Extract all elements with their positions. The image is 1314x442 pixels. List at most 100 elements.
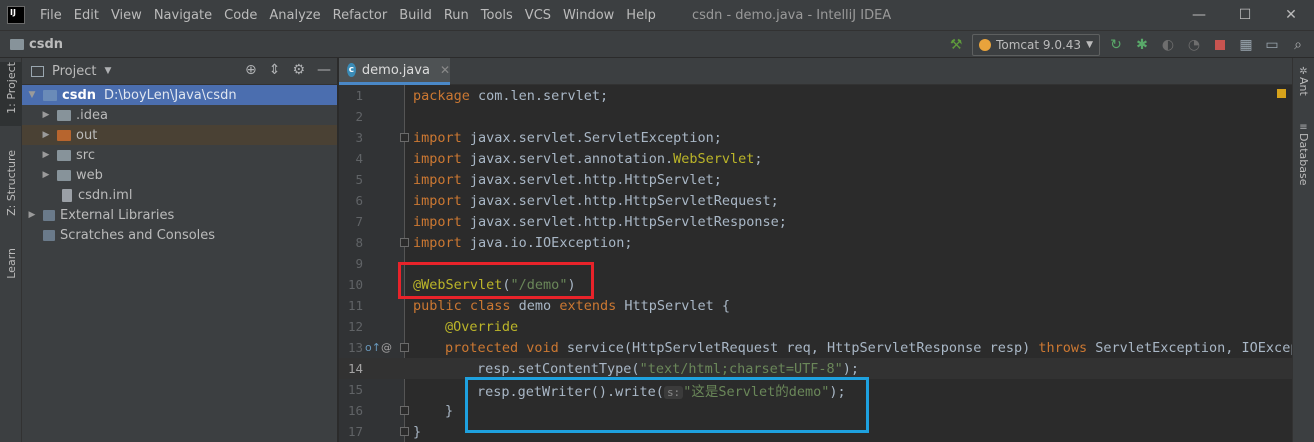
code-line[interactable]: 8 import java.io.IOException;	[339, 232, 1292, 253]
line-number: 13	[347, 340, 363, 355]
stop-icon[interactable]	[1210, 35, 1230, 55]
code-text: import java.io.IOException;	[413, 235, 632, 251]
code-line-current[interactable]: 14 resp.setContentType("text/html;charse…	[339, 358, 1292, 379]
keyword: import	[413, 129, 462, 146]
breadcrumb[interactable]: csdn	[29, 37, 63, 52]
tree-item-scratches[interactable]: Scratches and Consoles	[22, 225, 337, 245]
terminal-icon[interactable]: ▭	[1262, 35, 1282, 55]
menu-navigate[interactable]: Navigate	[148, 8, 218, 23]
excluded-folder-icon	[57, 129, 71, 141]
rerun-icon[interactable]: ↻	[1106, 35, 1126, 55]
code-line[interactable]: 4 import javax.servlet.annotation.WebSer…	[339, 148, 1292, 169]
annotation: @Override	[445, 318, 519, 335]
intellij-logo-icon	[7, 6, 25, 24]
code-line[interactable]: 13 o↑ @ protected void service(HttpServl…	[339, 337, 1292, 358]
code-text: javax.servlet.annotation.	[461, 150, 674, 167]
menu-analyze[interactable]: Analyze	[263, 8, 326, 23]
tab-structure[interactable]: Z: Structure	[0, 150, 22, 234]
expand-arrow-icon[interactable]: ▶	[40, 150, 52, 160]
close-tab-icon[interactable]: ✕	[440, 63, 450, 77]
code-text: import javax.servlet.http.HttpServletRes…	[413, 214, 787, 230]
chevron-down-icon: ▼	[1086, 40, 1093, 50]
code-text: javax.servlet.ServletException;	[461, 129, 722, 146]
run-config-selector[interactable]: Tomcat 9.0.43 ▼	[972, 34, 1100, 56]
warning-marker-icon[interactable]	[1277, 89, 1286, 98]
code-text: import javax.servlet.http.HttpServletReq…	[413, 193, 779, 209]
tab-project[interactable]: 1: Project	[0, 62, 22, 126]
menu-edit[interactable]: Edit	[68, 8, 105, 23]
menu-help[interactable]: Help	[620, 8, 662, 23]
line-number: 12	[347, 319, 363, 334]
tab-demo-java[interactable]: c demo.java ✕	[339, 58, 450, 85]
expand-arrow-icon[interactable]: ▶	[26, 210, 38, 220]
code-highlight-box	[465, 377, 869, 433]
close-window-button[interactable]: ✕	[1268, 0, 1314, 30]
tree-item-out[interactable]: ▶ out	[22, 125, 337, 145]
menu-vcs[interactable]: VCS	[519, 8, 557, 23]
minimize-button[interactable]: —	[1176, 0, 1222, 30]
code-line[interactable]: 7 import javax.servlet.http.HttpServletR…	[339, 211, 1292, 232]
code-text: javax.servlet.http.HttpServlet;	[461, 171, 722, 188]
tree-item-src[interactable]: ▶ src	[22, 145, 337, 165]
project-panel-title[interactable]: Project	[52, 64, 96, 79]
expand-arrow-icon[interactable]: ▼	[26, 90, 38, 100]
tree-item-idea[interactable]: ▶ .idea	[22, 105, 337, 125]
tab-database[interactable]: ≡ Database	[1297, 122, 1310, 186]
code-area[interactable]: 1 package com.len.servlet; 2 3 import ja…	[339, 85, 1292, 442]
module-folder-icon	[43, 89, 57, 101]
annotation-gutter-icon[interactable]: @	[381, 341, 392, 354]
code-text: );	[842, 360, 860, 377]
collapse-all-icon[interactable]: ⇕	[269, 62, 281, 78]
menu-window[interactable]: Window	[557, 8, 620, 23]
debug-icon[interactable]: ✱	[1132, 35, 1152, 55]
menu-run[interactable]: Run	[438, 8, 475, 23]
menu-build[interactable]: Build	[393, 8, 438, 23]
menu-file[interactable]: File	[34, 8, 68, 23]
coverage-icon[interactable]: ◐	[1158, 35, 1178, 55]
tree-item-web[interactable]: ▶ web	[22, 165, 337, 185]
gear-icon[interactable]: ⚙	[292, 62, 305, 78]
code-line[interactable]: 1 package com.len.servlet;	[339, 85, 1292, 106]
tree-item-external-libraries[interactable]: ▶ External Libraries	[22, 205, 337, 225]
fold-marker-icon[interactable]	[400, 133, 409, 142]
menu-tools[interactable]: Tools	[475, 8, 519, 23]
project-structure-icon[interactable]: ▦	[1236, 35, 1256, 55]
override-method-icon[interactable]: o↑	[365, 341, 381, 354]
menu-refactor[interactable]: Refactor	[327, 8, 394, 23]
line-number: 8	[355, 235, 363, 250]
profile-icon[interactable]: ◔	[1184, 35, 1204, 55]
left-tool-strip: 1: Project Z: Structure Learn	[0, 58, 22, 442]
expand-arrow-icon[interactable]: ▶	[40, 110, 52, 120]
tree-item-csdn[interactable]: ▼ csdn D:\boyLen\Java\csdn	[22, 85, 337, 105]
chevron-down-icon[interactable]: ▼	[104, 66, 111, 76]
tree-item-label: src	[76, 147, 95, 163]
line-number: 11	[347, 298, 363, 313]
code-line[interactable]: 12 @Override	[339, 316, 1292, 337]
code-line[interactable]: 3 import javax.servlet.ServletException;	[339, 127, 1292, 148]
fold-marker-icon[interactable]	[400, 343, 409, 352]
code-text: HttpServlet {	[616, 297, 731, 314]
tab-learn[interactable]: Learn	[0, 248, 22, 298]
keyword: public class	[413, 297, 511, 314]
build-hammer-icon[interactable]: ⚒	[946, 35, 966, 55]
fold-marker-icon[interactable]	[400, 238, 409, 247]
menu-code[interactable]: Code	[218, 8, 263, 23]
code-line[interactable]: 2	[339, 106, 1292, 127]
expand-arrow-icon[interactable]: ▶	[40, 170, 52, 180]
locate-file-icon[interactable]: ⊕	[245, 62, 257, 78]
tab-ant[interactable]: ✲ Ant	[1297, 66, 1310, 96]
iml-file-icon	[62, 188, 72, 202]
tree-item-csdn-iml[interactable]: csdn.iml	[22, 185, 337, 205]
search-everywhere-icon[interactable]: ⌕	[1288, 35, 1308, 55]
code-text: service(HttpServletRequest req, HttpServ…	[558, 339, 1039, 356]
expand-arrow-icon[interactable]: ▶	[40, 130, 52, 140]
menu-view[interactable]: View	[105, 8, 148, 23]
code-text: resp.setContentType(	[477, 360, 640, 377]
code-line[interactable]: 5 import javax.servlet.http.HttpServlet;	[339, 169, 1292, 190]
fold-marker-icon[interactable]	[400, 406, 409, 415]
hide-panel-icon[interactable]: —	[317, 62, 331, 78]
code-line[interactable]: 6 import javax.servlet.http.HttpServletR…	[339, 190, 1292, 211]
maximize-button[interactable]: ☐	[1222, 0, 1268, 30]
tab-database-label: Database	[1297, 133, 1310, 186]
fold-marker-icon[interactable]	[400, 427, 409, 436]
